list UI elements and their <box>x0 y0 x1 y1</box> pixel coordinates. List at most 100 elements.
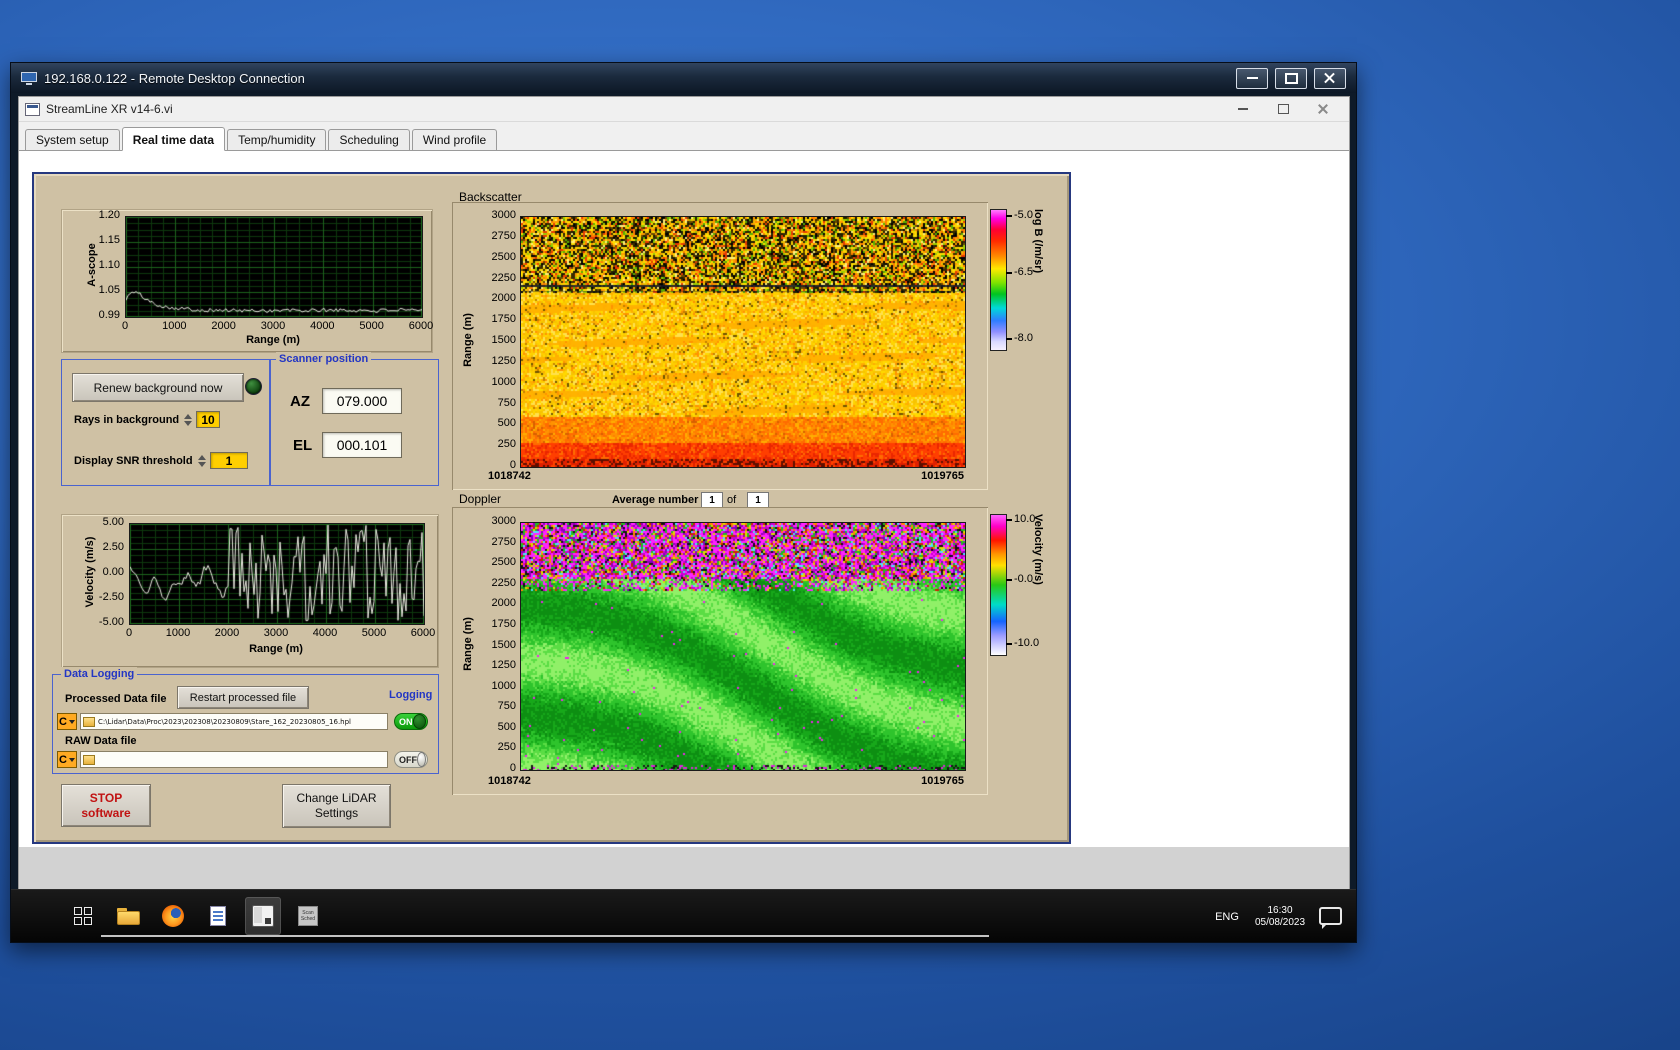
doppler-x-start: 1018742 <box>488 775 578 787</box>
lidar-front-panel: A-scope Range (m) 1.201.151.101.050.9901… <box>32 172 1071 844</box>
language-indicator[interactable]: ENG <box>1212 898 1242 935</box>
colorbar-tick <box>1006 519 1012 521</box>
background-controls-group: Renew background now Rays in background … <box>61 359 271 486</box>
document-line <box>213 911 223 913</box>
renew-background-button[interactable]: Renew background now <box>72 373 244 402</box>
taskbar-icons: Scan Sched <box>65 897 326 935</box>
doppler-y-tick: 750 <box>472 700 516 713</box>
app-close-button[interactable] <box>1303 99 1343 119</box>
raw-drive-selector[interactable]: C <box>57 751 77 768</box>
rays-in-background-label: Rays in background <box>74 414 179 426</box>
snr-spinner[interactable] <box>197 452 207 469</box>
processed-data-file-label: Processed Data file <box>65 693 167 705</box>
doppler-y-tick: 250 <box>472 741 516 754</box>
rdp-minimize-button[interactable] <box>1236 68 1268 89</box>
rdp-window: 192.168.0.122 - Remote Desktop Connectio… <box>10 62 1357 943</box>
app-minimize-button[interactable] <box>1223 99 1263 119</box>
app-titlebar[interactable]: StreamLine XR v14-6.vi <box>19 97 1349 122</box>
average-of-label: of <box>727 494 736 506</box>
velocity-x-tick: 6000 <box>403 627 443 640</box>
stop-button-line2: software <box>81 806 130 821</box>
spinner-down-icon <box>184 421 192 426</box>
restore-icon <box>1278 104 1289 114</box>
backscatter-y-tick: 2250 <box>472 272 516 285</box>
document-app-icon[interactable] <box>200 897 236 935</box>
minimize-icon <box>1247 77 1258 79</box>
dropdown-arrow-icon <box>69 720 75 724</box>
tab-wind-profile[interactable]: Wind profile <box>412 129 497 150</box>
velocity-graph: Velocity (m/s) Range (m) 5.002.500.00-2.… <box>61 514 439 668</box>
browse-folder-icon[interactable] <box>83 717 95 727</box>
colorbar-tick <box>1006 338 1012 340</box>
doppler-colorbar-label: Velocity (m/s) <box>1032 514 1044 654</box>
processed-path-field[interactable]: C:\Lidar\Data\Proc\2023\202308\20230809\… <box>80 713 388 730</box>
rays-spinner[interactable] <box>183 411 193 428</box>
doppler-y-tick: 2250 <box>472 577 516 590</box>
folder-shape <box>117 908 139 924</box>
backscatter-graph: Range (m) 1018742 1019765 30002750250022… <box>452 202 988 490</box>
tab-scheduling[interactable]: Scheduling <box>328 129 409 150</box>
rays-value[interactable]: 10 <box>196 411 220 428</box>
start-grid-pane <box>74 907 82 915</box>
change-button-line1: Change LiDAR <box>296 791 376 806</box>
backscatter-y-tick: 2000 <box>472 292 516 305</box>
backscatter-colorbar: log B (/m/sr) -5.0-6.5-8.0 <box>990 207 1060 359</box>
doppler-y-tick: 2000 <box>472 597 516 610</box>
stop-software-button[interactable]: STOP software <box>61 784 151 827</box>
azimuth-value[interactable]: 079.000 <box>322 388 402 414</box>
a-scope-x-tick: 5000 <box>352 320 392 333</box>
average-number-label: Average number <box>612 494 698 506</box>
notification-icon[interactable] <box>1319 907 1342 925</box>
a-scope-y-tick: 1.10 <box>76 259 120 272</box>
notification-icon-tail <box>1322 923 1328 929</box>
backscatter-y-tick: 1750 <box>472 313 516 326</box>
drive-letter: C <box>59 754 67 766</box>
tab-temp-humidity[interactable]: Temp/humidity <box>227 129 326 150</box>
a-scope-x-tick: 2000 <box>204 320 244 333</box>
change-lidar-settings-button[interactable]: Change LiDAR Settings <box>282 784 391 828</box>
tab-system-setup[interactable]: System setup <box>25 129 120 150</box>
doppler-y-tick: 1250 <box>472 659 516 672</box>
processed-logging-toggle[interactable]: ON <box>394 713 428 730</box>
scan-scheduler-icon[interactable]: Scan Sched <box>290 897 326 935</box>
snr-value[interactable]: 1 <box>210 452 248 469</box>
a-scope-x-axis-label: Range (m) <box>213 334 333 346</box>
document-line <box>213 915 223 917</box>
restart-processed-file-button[interactable]: Restart processed file <box>177 686 309 709</box>
file-explorer-icon[interactable] <box>110 897 146 935</box>
document-shape <box>210 906 226 926</box>
backscatter-y-tick: 750 <box>472 397 516 410</box>
rdp-maximize-button[interactable] <box>1275 68 1307 89</box>
toggle-off-label: OFF <box>399 755 417 765</box>
rdp-close-button[interactable] <box>1314 68 1346 89</box>
elevation-value[interactable]: 000.101 <box>322 432 402 458</box>
doppler-y-tick: 1000 <box>472 680 516 693</box>
colorbar-gradient <box>990 209 1007 351</box>
logging-label: Logging <box>389 689 432 701</box>
labview-app-icon[interactable] <box>245 897 281 935</box>
app-window: StreamLine XR v14-6.vi System setupReal … <box>18 96 1350 889</box>
labview-pane <box>254 907 262 923</box>
rdp-titlebar[interactable]: 192.168.0.122 - Remote Desktop Connectio… <box>11 63 1356 93</box>
tab-real-time-data[interactable]: Real time data <box>122 127 225 151</box>
processed-drive-selector[interactable]: C <box>57 713 77 730</box>
colorbar-tick <box>1006 579 1012 581</box>
raw-path-field[interactable] <box>80 751 388 768</box>
start-button[interactable] <box>65 897 101 935</box>
app-restore-button[interactable] <box>1263 99 1303 119</box>
a-scope-x-tick: 1000 <box>154 320 194 333</box>
browse-folder-icon[interactable] <box>83 755 95 765</box>
firefox-icon[interactable] <box>155 897 191 935</box>
doppler-y-tick: 1750 <box>472 618 516 631</box>
a-scope-graph: A-scope Range (m) 1.201.151.101.050.9901… <box>61 209 433 353</box>
start-grid-icon <box>74 907 92 925</box>
raw-logging-toggle[interactable]: OFF <box>394 751 428 768</box>
colorbar-tick-label: 10.0 <box>1014 513 1035 526</box>
a-scope-x-tick: 0 <box>105 320 145 333</box>
change-button-line2: Settings <box>315 806 358 821</box>
a-scope-x-tick: 3000 <box>253 320 293 333</box>
doppler-colorbar: Velocity (m/s) 10.0-0.0-10.0 <box>990 512 1060 664</box>
doppler-y-tick: 0 <box>472 762 516 775</box>
taskbar-clock[interactable]: 16:30 05/08/2023 <box>1249 898 1311 935</box>
velocity-x-tick: 5000 <box>354 627 394 640</box>
